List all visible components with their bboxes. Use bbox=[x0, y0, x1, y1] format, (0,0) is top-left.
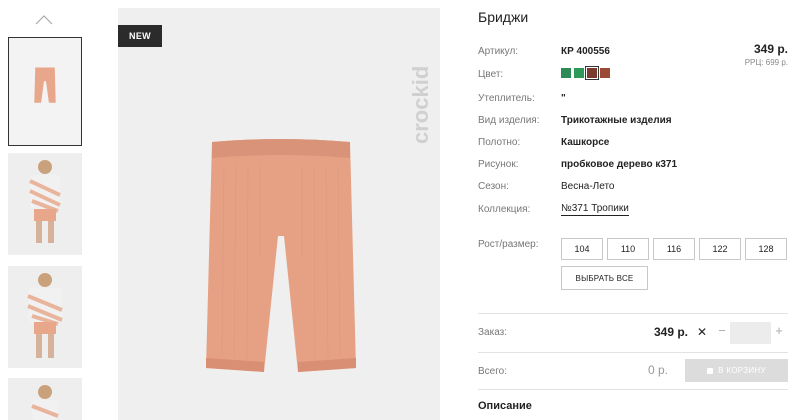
divider bbox=[478, 313, 788, 314]
fabric-label: Полотно: bbox=[478, 137, 521, 148]
color-swatch-rust[interactable] bbox=[600, 68, 610, 78]
product-title: Бриджи bbox=[478, 9, 529, 25]
pattern-label: Рисунок: bbox=[478, 159, 519, 170]
add-to-cart-button[interactable]: В КОРЗИНУ bbox=[685, 359, 788, 382]
size-option-110[interactable]: 110 bbox=[607, 238, 649, 260]
color-label: Цвет: bbox=[478, 69, 504, 80]
new-badge: NEW bbox=[118, 25, 162, 47]
order-price: 349 р. bbox=[654, 325, 689, 339]
fabric-value: Кашкорсе bbox=[561, 137, 610, 148]
divider bbox=[478, 389, 788, 390]
collection-link[interactable]: №371 Тропики bbox=[561, 203, 629, 216]
product-price: 349 р. bbox=[753, 42, 788, 56]
size-option-122[interactable]: 122 bbox=[699, 238, 741, 260]
article-value: КР 400556 bbox=[561, 46, 610, 57]
svg-text:crockid: crockid bbox=[408, 66, 433, 144]
quantity-input[interactable] bbox=[730, 322, 771, 344]
product-type-value: Трикотажные изделия bbox=[561, 115, 672, 126]
thumbnail-2[interactable] bbox=[8, 153, 82, 255]
season-label: Сезон: bbox=[478, 181, 509, 192]
product-pants-image bbox=[206, 139, 356, 372]
size-label: Рост/размер: bbox=[478, 239, 539, 250]
pattern-value: пробковое дерево к371 bbox=[561, 159, 678, 170]
collection-label: Коллекция: bbox=[478, 204, 531, 215]
add-to-cart-label: В КОРЗИНУ bbox=[718, 366, 766, 375]
increase-quantity-button[interactable]: + bbox=[773, 323, 785, 338]
order-label: Заказ: bbox=[478, 327, 508, 338]
brand-logo: crockid bbox=[406, 18, 438, 148]
size-option-104[interactable]: 104 bbox=[561, 238, 603, 260]
rrp-price: РРЦ: 699 р. bbox=[744, 58, 788, 67]
insulation-label: Утеплитель: bbox=[478, 93, 535, 104]
description-title[interactable]: Описание bbox=[478, 400, 532, 412]
total-price: 0 р. bbox=[648, 363, 669, 377]
divider bbox=[478, 352, 788, 353]
size-option-116[interactable]: 116 bbox=[653, 238, 695, 260]
total-label: Всего: bbox=[478, 366, 507, 377]
decrease-quantity-button[interactable]: − bbox=[716, 323, 728, 338]
insulation-value: " bbox=[561, 93, 566, 104]
color-swatches bbox=[561, 66, 610, 80]
main-product-image[interactable]: NEW crockid bbox=[118, 8, 440, 420]
color-swatch-green[interactable] bbox=[561, 68, 571, 78]
article-label: Артикул: bbox=[478, 46, 519, 57]
chevron-up-icon[interactable] bbox=[32, 12, 56, 28]
color-swatch-green-2[interactable] bbox=[574, 68, 584, 78]
times-icon: ✕ bbox=[697, 325, 708, 339]
color-swatch-brown[interactable] bbox=[585, 66, 599, 80]
season-value: Весна-Лето bbox=[561, 181, 615, 192]
thumbnail-3[interactable] bbox=[8, 266, 82, 368]
size-option-128[interactable]: 128 bbox=[745, 238, 787, 260]
product-type-label: Вид изделия: bbox=[478, 115, 540, 126]
thumbnail-1[interactable] bbox=[8, 37, 82, 146]
select-all-button[interactable]: ВЫБРАТЬ ВСЕ bbox=[561, 266, 648, 290]
cart-icon bbox=[707, 367, 714, 374]
thumbnail-4[interactable] bbox=[8, 378, 82, 420]
